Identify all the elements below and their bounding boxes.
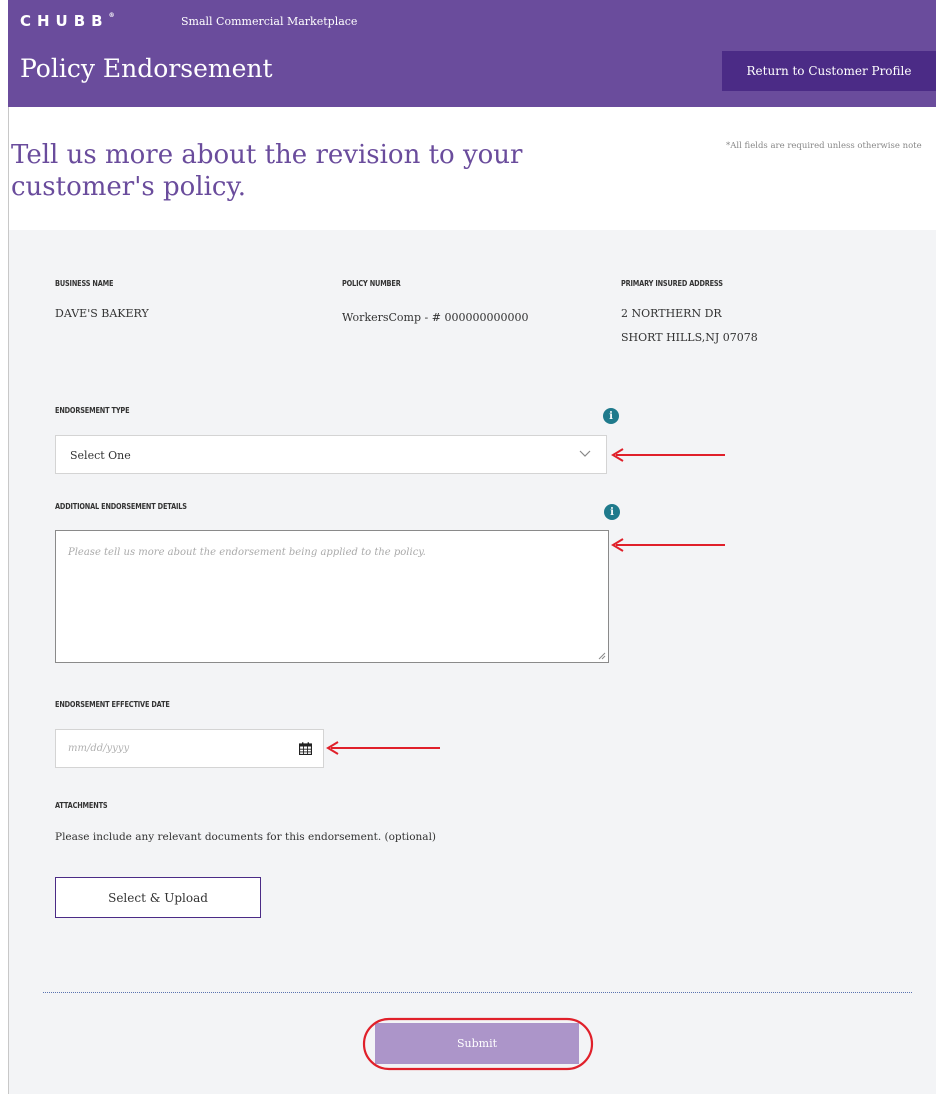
address-line-2: SHORT HILLS,NJ 07078 xyxy=(621,331,758,344)
attachments-label: ATTACHMENTS xyxy=(55,801,108,810)
return-to-customer-profile-button[interactable]: Return to Customer Profile xyxy=(722,51,936,91)
section-divider xyxy=(43,992,912,993)
endorsement-details-textarea[interactable]: Please tell us more about the endorsemen… xyxy=(55,530,609,663)
annotation-circle-icon xyxy=(362,1017,594,1071)
app-header: CHUBB® Small Commercial Marketplace Poli… xyxy=(8,0,936,107)
endorsement-type-value: Select One xyxy=(70,449,131,462)
info-icon[interactable]: i xyxy=(604,504,620,520)
info-icon[interactable]: i xyxy=(603,408,619,424)
business-name-value: DAVE'S BAKERY xyxy=(55,307,149,320)
annotation-arrow-icon xyxy=(611,538,725,552)
select-and-upload-button[interactable]: Select & Upload xyxy=(55,877,261,918)
required-fields-note: *All fields are required unless otherwis… xyxy=(726,141,922,151)
primary-address-label: PRIMARY INSURED ADDRESS xyxy=(621,279,723,288)
business-name-label: BUSINESS NAME xyxy=(55,279,114,288)
app-name: Small Commercial Marketplace xyxy=(181,15,358,28)
details-placeholder: Please tell us more about the endorsemen… xyxy=(68,547,426,558)
policy-number-value: WorkersComp - # 000000000000 xyxy=(342,311,529,324)
effective-date-input[interactable]: mm/dd/yyyy xyxy=(55,729,324,768)
address-line-1: 2 NORTHERN DR xyxy=(621,307,722,320)
endorsement-type-label: ENDORSEMENT TYPE xyxy=(55,406,130,415)
additional-details-label: ADDITIONAL ENDORSEMENT DETAILS xyxy=(55,502,187,511)
form-headline: Tell us more about the revision to your … xyxy=(11,140,523,202)
chevron-down-icon xyxy=(579,450,591,457)
date-placeholder: mm/dd/yyyy xyxy=(68,743,130,754)
resize-handle-icon[interactable] xyxy=(598,652,606,660)
calendar-icon[interactable] xyxy=(299,742,312,755)
policy-number-label: POLICY NUMBER xyxy=(342,279,401,288)
endorsement-type-select[interactable]: Select One xyxy=(55,435,607,474)
effective-date-label: ENDORSEMENT EFFECTIVE DATE xyxy=(55,700,170,709)
attachments-help-text: Please include any relevant documents fo… xyxy=(55,831,437,843)
annotation-arrow-icon xyxy=(326,741,440,755)
annotation-arrow-icon xyxy=(611,448,725,462)
page-title: Policy Endorsement xyxy=(20,54,273,83)
chubb-logo[interactable]: CHUBB® xyxy=(20,12,115,30)
